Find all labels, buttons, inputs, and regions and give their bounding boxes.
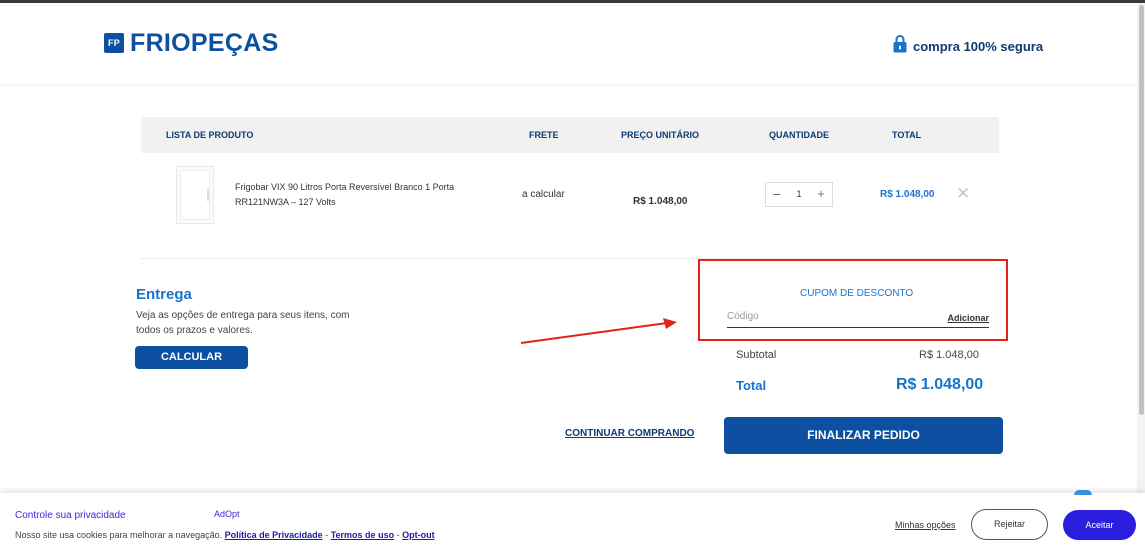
annotation-arrow: [515, 314, 685, 353]
cookie-consent-bar: Controle sua privacidade AdOpt Nosso sit…: [0, 490, 1145, 553]
coupon-code-placeholder[interactable]: Código: [727, 311, 759, 322]
quantity-value[interactable]: 1: [788, 183, 810, 206]
cart-item-row: Frigobar VIX 90 Litros Porta Reversível …: [141, 153, 999, 239]
increase-quantity-button[interactable]: +: [810, 183, 832, 206]
product-image[interactable]: [176, 166, 214, 224]
subtotal-value: R$ 1.048,00: [919, 349, 979, 361]
my-options-link[interactable]: Minhas opções: [895, 520, 956, 530]
opt-out-link[interactable]: Opt-out: [402, 530, 434, 540]
cookie-brand[interactable]: AdOpt: [214, 509, 240, 519]
privacy-policy-link[interactable]: Política de Privacidade: [225, 530, 323, 540]
product-image-door: [180, 170, 210, 220]
remove-item-icon[interactable]: ✕: [956, 184, 970, 204]
floating-widget-edge: [1074, 490, 1092, 495]
secure-purchase: compra 100% segura: [893, 34, 1043, 58]
total-value: R$ 1.048,00: [896, 376, 984, 393]
scrollbar-thumb[interactable]: [1139, 5, 1144, 415]
unit-price-value: R$ 1.048,00: [633, 196, 688, 207]
link-separator: -: [325, 530, 329, 540]
coupon-highlight-box: [698, 259, 1008, 341]
product-name[interactable]: Frigobar VIX 90 Litros Porta Reversível …: [235, 180, 475, 210]
header-shadow: [0, 84, 1137, 87]
link-separator: -: [396, 530, 400, 540]
reject-cookies-button[interactable]: Rejeitar: [971, 509, 1048, 540]
site-header: FP FRIOPEÇAS compra 100% segura: [0, 3, 1137, 84]
column-total: TOTAL: [892, 130, 922, 140]
calculate-shipping-button[interactable]: CALCULAR: [135, 346, 248, 369]
delivery-title: Entrega: [136, 286, 192, 303]
cart-table-header: LISTA DE PRODUTO FRETE PREÇO UNITÁRIO QU…: [141, 117, 999, 153]
total-label: Total: [736, 378, 767, 393]
logo-text: FRIOPEÇAS: [130, 29, 279, 57]
finalize-order-button[interactable]: FINALIZAR PEDIDO: [724, 417, 1003, 454]
delivery-description: Veja as opções de entrega para seus iten…: [136, 310, 350, 336]
column-shipping: FRETE: [529, 130, 559, 140]
coupon-code-input[interactable]: Código Adicionar: [727, 309, 989, 328]
coupon-title: CUPOM DE DESCONTO: [800, 288, 914, 299]
secure-label: compra 100% segura: [913, 38, 1044, 54]
shipping-value: a calcular: [522, 189, 565, 200]
continue-shopping-link[interactable]: CONTINUAR COMPRANDO: [565, 428, 694, 439]
site-logo[interactable]: FP FRIOPEÇAS: [104, 29, 279, 57]
column-product-list: LISTA DE PRODUTO: [166, 130, 254, 140]
item-total-value: R$ 1.048,00: [880, 189, 935, 200]
column-unit-price: PREÇO UNITÁRIO: [621, 130, 700, 140]
cookie-text: Nosso site usa cookies para melhorar a n…: [15, 530, 435, 540]
logo-badge: FP: [104, 33, 124, 53]
terms-of-use-link[interactable]: Termos de uso: [331, 530, 394, 540]
quantity-stepper: − 1 +: [765, 182, 833, 207]
column-quantity: QUANTIDADE: [769, 130, 829, 140]
cookie-message: Nosso site usa cookies para melhorar a n…: [15, 530, 223, 540]
cookie-title: Controle sua privacidade: [15, 510, 126, 521]
decrease-quantity-button[interactable]: −: [766, 183, 788, 206]
add-coupon-button[interactable]: Adicionar: [947, 313, 989, 323]
product-image-handle: [207, 189, 209, 201]
lock-icon: [893, 34, 907, 58]
subtotal-label: Subtotal: [736, 349, 777, 361]
accept-cookies-button[interactable]: Aceitar: [1063, 510, 1136, 540]
